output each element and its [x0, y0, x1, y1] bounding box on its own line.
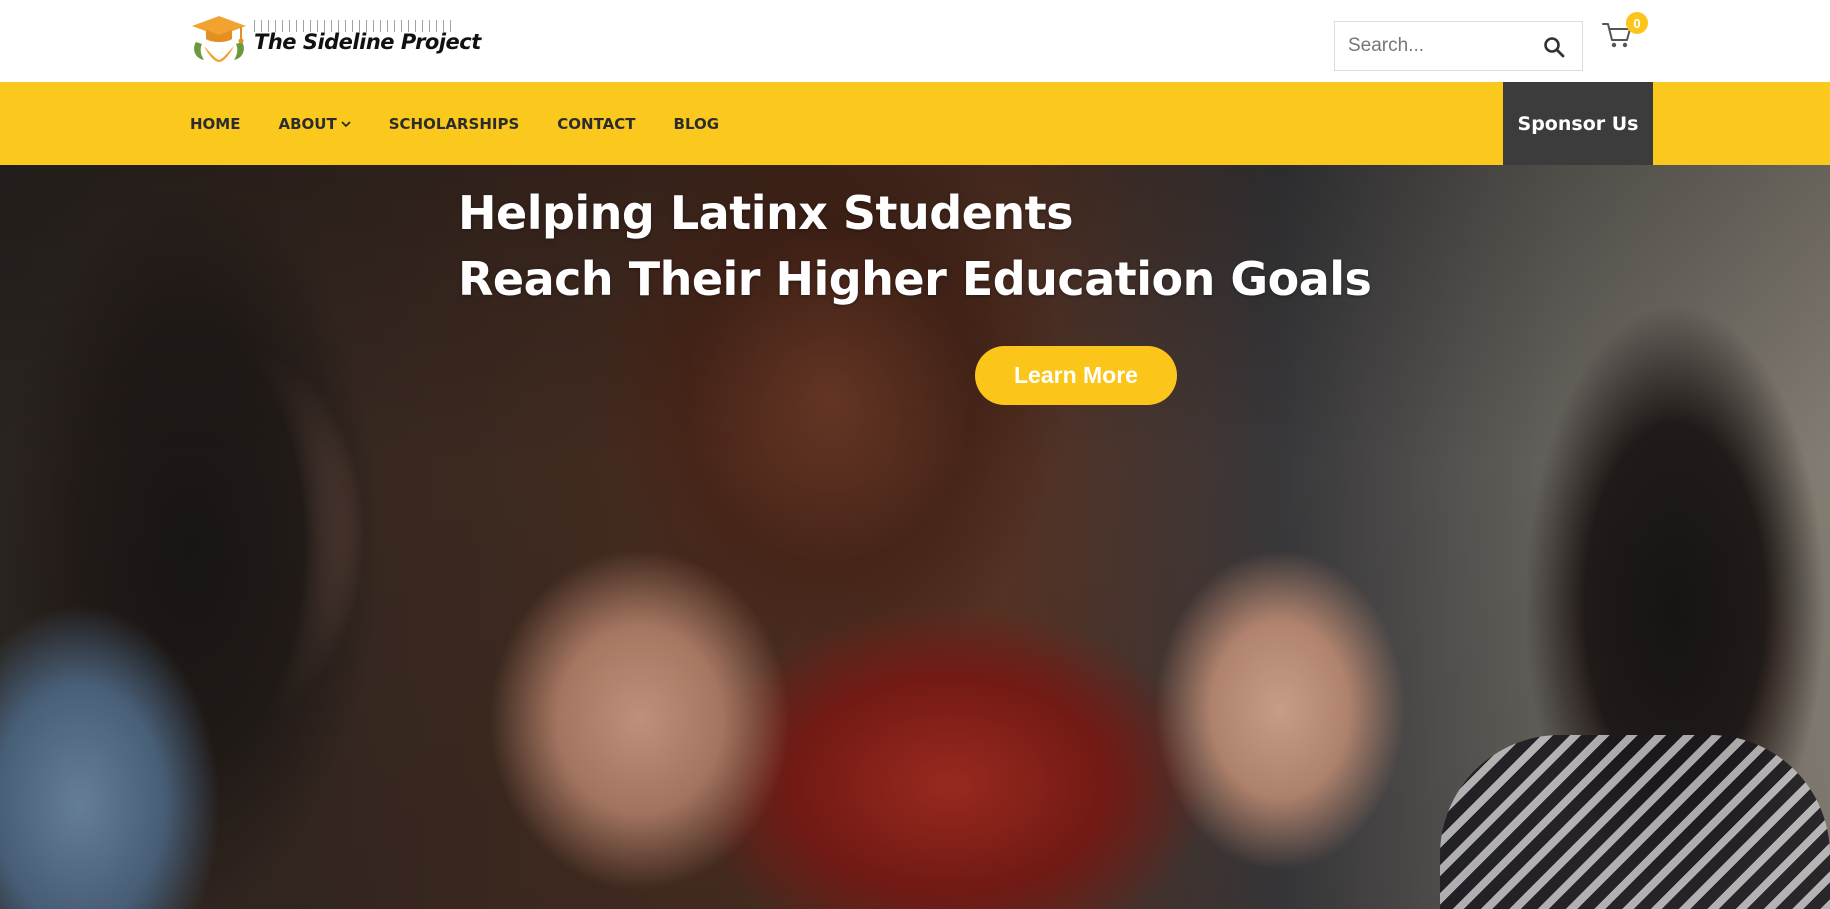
- site-logo[interactable]: The Sideline Project: [190, 12, 481, 64]
- main-menu: HOME ABOUT SCHOLARSHIPS CONTACT BLOG: [190, 82, 757, 165]
- logo-text: The Sideline Project: [254, 30, 481, 54]
- nav-item-scholarships[interactable]: SCHOLARSHIPS: [389, 115, 520, 133]
- nav-item-home[interactable]: HOME: [190, 115, 240, 133]
- nav-item-label: BLOG: [673, 114, 720, 133]
- nav-item-blog[interactable]: BLOG: [674, 115, 720, 133]
- nav-item-label: SCHOLARSHIPS: [388, 114, 520, 133]
- sponsor-us-button[interactable]: Sponsor Us: [1503, 82, 1653, 165]
- hero-banner: Helping Latinx Students Reach Their High…: [0, 165, 1830, 909]
- search-icon[interactable]: [1542, 35, 1566, 59]
- nav-item-contact[interactable]: CONTACT: [557, 115, 635, 133]
- logo-decoration: [254, 20, 454, 32]
- main-navigation-bar: HOME ABOUT SCHOLARSHIPS CONTACT BLOG Spo…: [0, 82, 1830, 165]
- nav-item-label: ABOUT: [278, 114, 337, 133]
- hero-heading-line-1: Helping Latinx Students: [458, 186, 1074, 240]
- search-box: [1334, 21, 1583, 71]
- nav-item-about[interactable]: ABOUT: [278, 114, 351, 133]
- graduation-cap-logo-icon: [192, 16, 246, 62]
- site-header: The Sideline Project 0: [0, 0, 1830, 82]
- learn-more-button[interactable]: Learn More: [975, 346, 1177, 405]
- hero-heading: Helping Latinx Students Reach Their High…: [458, 180, 1372, 312]
- chevron-down-icon: [341, 120, 351, 127]
- search-input[interactable]: [1335, 22, 1535, 70]
- nav-item-label: HOME: [190, 114, 241, 133]
- nav-item-label: CONTACT: [557, 114, 636, 133]
- cart-count-badge: 0: [1626, 12, 1648, 34]
- hero-heading-line-2: Reach Their Higher Education Goals: [458, 252, 1372, 306]
